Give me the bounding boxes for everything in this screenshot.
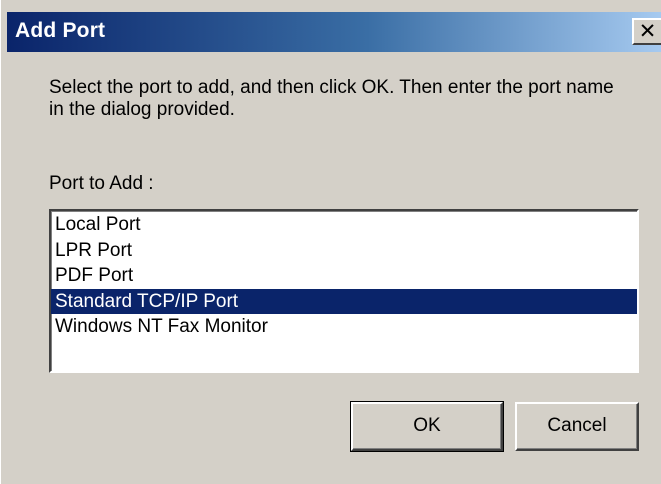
ok-button[interactable]: OK — [350, 401, 504, 452]
port-listbox[interactable]: Local Port LPR Port PDF Port Standard TC… — [49, 209, 639, 373]
add-port-dialog: Add Port ✕ Select the port to add, and t… — [0, 0, 661, 484]
instructions-text: Select the port to add, and then click O… — [49, 77, 614, 120]
list-item-windows-nt-fax-monitor[interactable]: Windows NT Fax Monitor — [51, 314, 637, 340]
close-button[interactable]: ✕ — [632, 18, 661, 45]
close-icon: ✕ — [638, 19, 657, 43]
window-title: Add Port — [15, 19, 106, 42]
list-item-pdf-port[interactable]: PDF Port — [51, 263, 637, 289]
title-bar[interactable]: Add Port ✕ — [7, 12, 661, 52]
port-to-add-label: Port to Add : — [49, 173, 154, 194]
list-item-standard-tcpip-port[interactable]: Standard TCP/IP Port — [51, 288, 637, 314]
list-item-local-port[interactable]: Local Port — [51, 212, 637, 238]
cancel-button[interactable]: Cancel — [515, 402, 639, 451]
list-item-lpr-port[interactable]: LPR Port — [51, 238, 637, 264]
